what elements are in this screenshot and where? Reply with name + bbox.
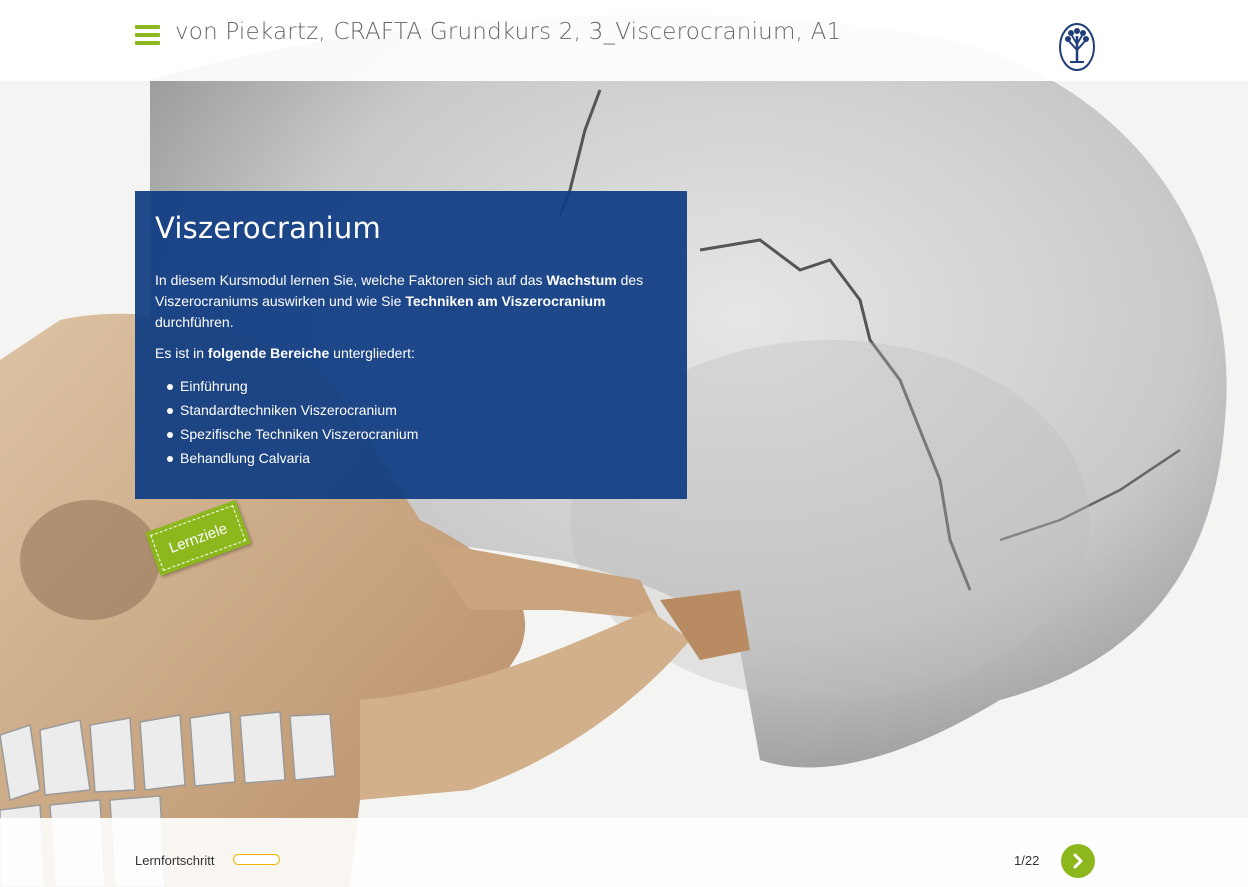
hamburger-menu-icon[interactable] bbox=[135, 25, 160, 45]
chevron-right-icon bbox=[1073, 853, 1083, 869]
list-item: Behandlung Calvaria bbox=[167, 446, 667, 470]
section-list: Einführung Standardtechniken Viszerocran… bbox=[155, 374, 667, 470]
list-item: Einführung bbox=[167, 374, 667, 398]
progress-bar bbox=[233, 854, 280, 865]
list-item: Spezifische Techniken Viszerocranium bbox=[167, 422, 667, 446]
tree-logo-icon bbox=[1058, 22, 1096, 72]
header-bar: von Piekartz, CRAFTA Grundkurs 2, 3_Visc… bbox=[0, 0, 1248, 81]
bullet-icon bbox=[167, 408, 173, 414]
bullet-icon bbox=[167, 384, 173, 390]
page-counter: 1/22 bbox=[1014, 853, 1040, 868]
next-page-button[interactable] bbox=[1061, 844, 1095, 878]
module-info-card: Viszerocranium In diesem Kursmodul lerne… bbox=[135, 191, 687, 499]
footer-bar: Lernfortschritt 1/22 bbox=[0, 818, 1248, 887]
bullet-icon bbox=[167, 456, 173, 462]
card-intro-text: In diesem Kursmodul lernen Sie, welche F… bbox=[155, 272, 644, 330]
card-areas-text: Es ist in folgende Bereiche unterglieder… bbox=[155, 345, 415, 361]
page-title: von Piekartz, CRAFTA Grundkurs 2, 3_Visc… bbox=[175, 19, 842, 45]
progress-label: Lernfortschritt bbox=[135, 853, 215, 868]
bullet-icon bbox=[167, 432, 173, 438]
card-heading: Viszerocranium bbox=[155, 211, 381, 245]
list-item: Standardtechniken Viszerocranium bbox=[167, 398, 667, 422]
